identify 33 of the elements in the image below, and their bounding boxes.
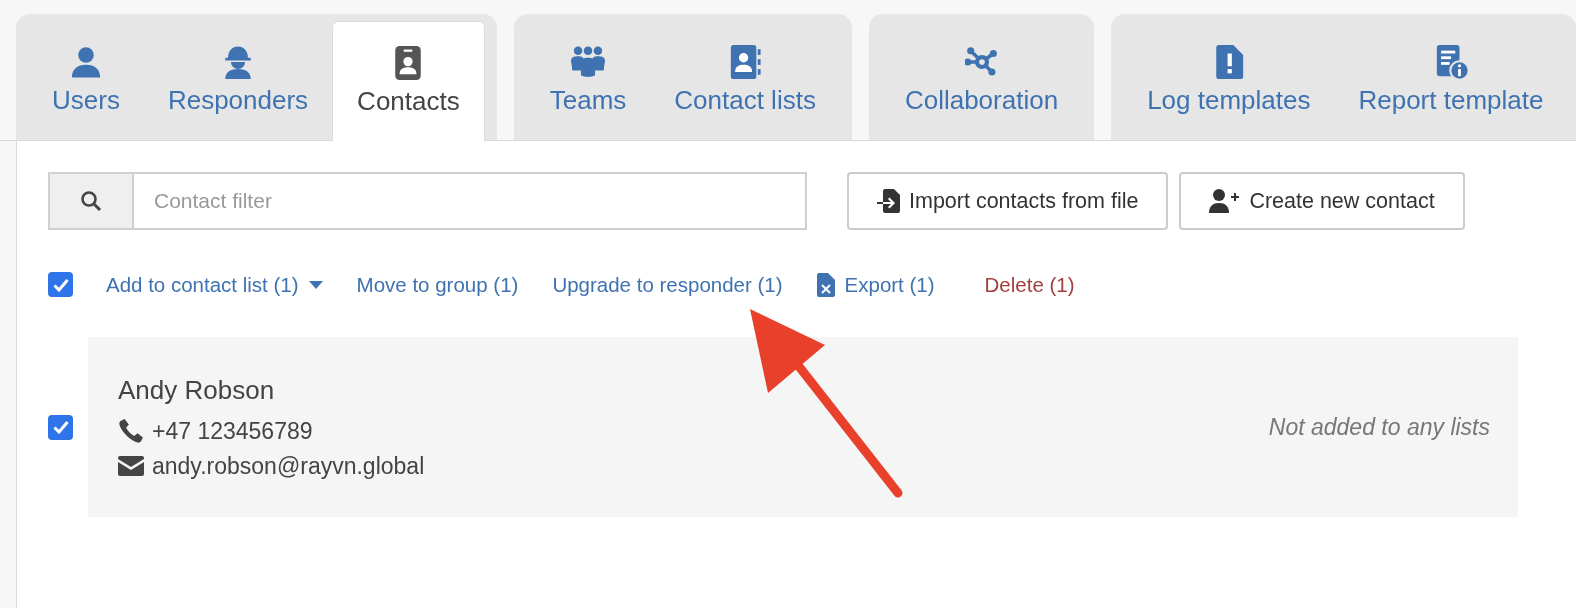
checkmark-icon bbox=[52, 277, 69, 292]
checkbox[interactable] bbox=[48, 414, 73, 440]
action-link[interactable]: Export (1) bbox=[816, 272, 935, 297]
phone-icon bbox=[118, 418, 144, 444]
email-address: andy.robson@rayvn.global bbox=[152, 452, 425, 480]
tab[interactable]: Contacts bbox=[332, 21, 485, 141]
tab[interactable]: Teams bbox=[525, 14, 651, 140]
action-link[interactable]: Delete (1) bbox=[984, 272, 1075, 297]
excel-file-icon bbox=[816, 272, 835, 297]
toolbar-button[interactable]: Create new contact bbox=[1179, 172, 1465, 230]
tab[interactable]: Users bbox=[28, 14, 144, 140]
file-import-icon bbox=[877, 189, 901, 213]
checkbox[interactable] bbox=[48, 272, 73, 297]
search-icon bbox=[80, 190, 102, 212]
search-field[interactable]: Contact filter bbox=[134, 172, 807, 230]
contact-name: Andy Robson bbox=[118, 374, 276, 406]
address-book-icon bbox=[728, 45, 763, 79]
action-link[interactable]: Add to contact list (1) bbox=[106, 272, 323, 297]
phone-number: +47 123456789 bbox=[152, 417, 313, 445]
action-link[interactable]: Move to group (1) bbox=[356, 272, 519, 297]
tab[interactable]: Report template bbox=[1334, 14, 1568, 140]
tab[interactable]: Log templates bbox=[1123, 14, 1335, 140]
list-status: Not added to any lists bbox=[1268, 413, 1490, 441]
group-icon bbox=[571, 45, 605, 79]
tab[interactable]: Responders bbox=[143, 14, 333, 140]
tab[interactable]: Contact lists bbox=[650, 14, 840, 140]
toolbar-button[interactable]: Import contacts from file bbox=[847, 172, 1169, 230]
tab[interactable]: Collaboration bbox=[880, 14, 1083, 140]
action-link[interactable]: Upgrade to responder (1) bbox=[552, 272, 783, 297]
add-user-icon bbox=[1209, 189, 1242, 213]
caret-icon bbox=[308, 280, 323, 289]
checkmark-icon bbox=[52, 420, 69, 434]
envelope-icon bbox=[118, 456, 144, 476]
